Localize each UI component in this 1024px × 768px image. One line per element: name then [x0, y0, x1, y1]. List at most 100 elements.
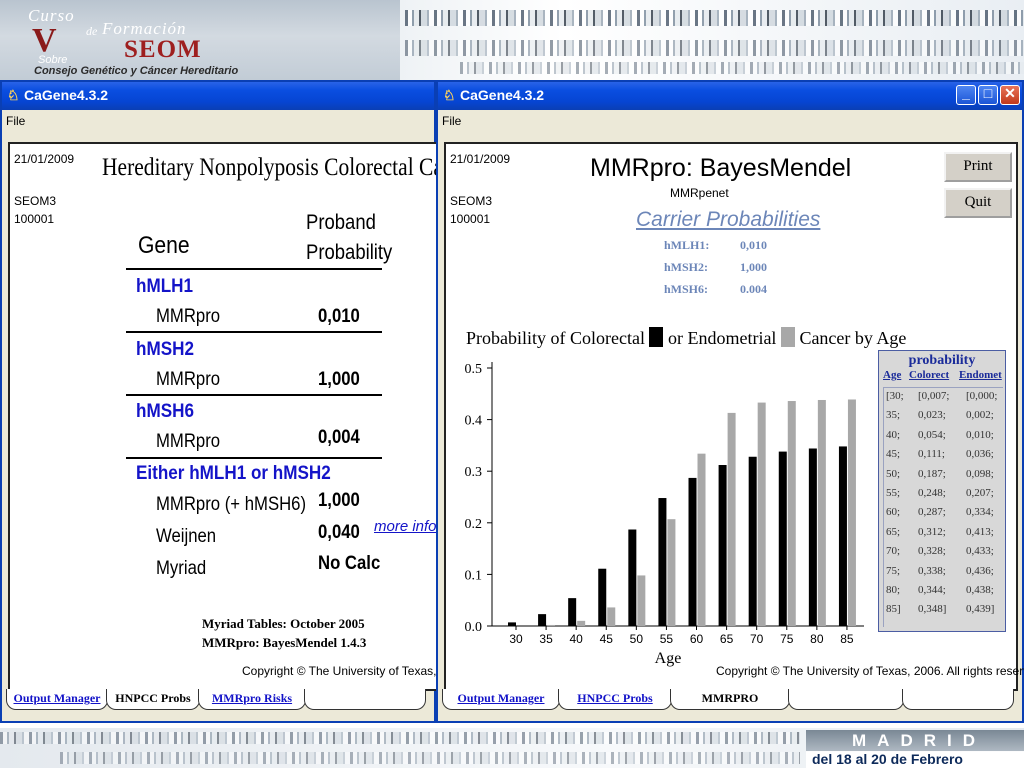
model-name: MMRpro [156, 369, 221, 390]
family-id: SEOM3 [14, 194, 57, 208]
table-cell-colorect: 0,248; [918, 487, 946, 499]
y-tick-label: 0.2 [465, 517, 483, 532]
probability-value: No Calc [318, 553, 381, 574]
copyright-notice: Copyright © The University of Texas, 200… [716, 664, 1024, 678]
table-header: probability [908, 353, 976, 368]
bar-colorectal-35 [538, 614, 547, 626]
page-title: Hereditary Nonpolyposis Colorectal Cance… [102, 154, 480, 181]
note-mmrpro-version: MMRpro: BayesMendel 1.4.3 [202, 635, 367, 650]
table-cell-age: 60; [886, 506, 901, 519]
window-title: CaGene4.3.2 [24, 87, 109, 103]
logo-subtitle: Consejo Genético y Cáncer Hereditario [34, 65, 239, 77]
table-cell-age: 70; [886, 545, 901, 558]
model-name: Myriad [156, 558, 207, 579]
probability-value: 1,000 [318, 490, 360, 511]
menubar: File [2, 110, 434, 132]
table-row: 35; 0,023; 0,002; [884, 409, 1003, 429]
bar-colorectal-80 [808, 448, 817, 626]
footer-city: MADRID [852, 731, 986, 750]
table-cell-endomet: 0,010; [966, 428, 994, 441]
tab-empty[interactable] [304, 689, 426, 710]
table-cell-endomet: 0,433; [966, 545, 994, 558]
cagene-window-hnpcc: ♘ CaGene4.3.2 File 21/01/2009 SEOM3 1000… [0, 80, 486, 723]
row-divider [126, 331, 382, 333]
bar-endometrial-60 [697, 453, 706, 626]
tab-hnpcc-probs[interactable]: HNPCC Probs [558, 689, 672, 710]
bar-colorectal-75 [778, 451, 787, 626]
footer-stripes [0, 732, 800, 744]
bar-endometrial-65 [727, 412, 736, 626]
table-row: 75; 0,338; 0,436; [884, 565, 1003, 585]
tab-mmrpro[interactable]: MMRPRO [670, 689, 790, 710]
menu-file[interactable]: File [6, 114, 25, 128]
y-tick-label: 0.4 [465, 414, 483, 429]
window-titlebar[interactable]: ♘ CaGene4.3.2 [2, 82, 434, 110]
chart-title-part-1: Probability of Colorectal [466, 328, 645, 348]
table-cell-colorect: 0,328; [918, 545, 946, 558]
mmrpro-results-panel: 21/01/2009 SEOM3 100001 MMRpro: BayesMen… [444, 142, 1024, 691]
tab-mmrpro-risks[interactable]: MMRpro Risks [198, 689, 306, 710]
print-button[interactable]: Print [944, 152, 1012, 182]
gene-either-hmlh1-hmsh2: Either hMLH1 or hMSH2 [136, 463, 331, 484]
header-probability: Probability [306, 241, 393, 264]
x-tick-label: 80 [810, 632, 824, 646]
chart-title-part-3: Cancer by Age [799, 328, 907, 348]
minimize-button[interactable]: _ [956, 85, 976, 105]
table-cell-age: [30; [886, 390, 904, 402]
hnpcc-probabilities-panel: 21/01/2009 SEOM3 100001 Hereditary Nonpo… [8, 142, 486, 691]
banner-stripes [405, 10, 1024, 26]
table-cell-endomet: [0,000; [966, 390, 998, 402]
table-cell-age: 75; [886, 564, 901, 577]
slide-banner: Curso V de Formación SEOM Sobre Consejo … [0, 0, 1024, 80]
table-cell-endomet: 0,036; [966, 448, 994, 461]
table-row: 85] 0,348] 0,439] [884, 603, 1003, 623]
bar-colorectal-70 [748, 456, 757, 626]
y-tick-label: 0.1 [465, 568, 483, 583]
bar-endometrial-70 [757, 402, 766, 626]
table-cell-endomet: 0,207; [966, 487, 994, 499]
y-tick-label: 0.3 [465, 465, 483, 480]
table-cell-age: 40; [886, 428, 901, 441]
quit-button[interactable]: Quit [944, 188, 1012, 218]
bar-colorectal-50 [628, 529, 637, 626]
tab-output-manager[interactable]: Output Manager [442, 689, 560, 710]
bar-endometrial-85 [847, 399, 856, 626]
table-cell-colorect: 0,054; [918, 428, 946, 441]
tab-empty[interactable] [902, 689, 1014, 710]
gene-hmlh1: hMLH1 [136, 276, 193, 297]
table-row: 45; 0,111; 0,036; [884, 448, 1003, 468]
table-cell-colorect: 0,348] [918, 603, 947, 616]
table-row: 70; 0,328; 0,433; [884, 545, 1003, 565]
course-logo: Curso V de Formación SEOM Sobre Consejo … [28, 4, 308, 77]
footer-dates: del 18 al 20 de Febrero [812, 751, 963, 767]
carrier-gene: hMSH2: [664, 260, 709, 274]
carrier-value: 1,000 [740, 260, 767, 274]
bar-endometrial-80 [817, 399, 826, 626]
x-tick-label: 45 [600, 632, 614, 646]
bar-endometrial-35 [547, 624, 556, 626]
bar-endometrial-55 [667, 519, 676, 626]
x-tick-label: 75 [780, 632, 794, 646]
maximize-button[interactable]: □ [978, 85, 998, 105]
header-divider [126, 268, 382, 270]
bar-colorectal-85 [838, 446, 847, 626]
more-info-link[interactable]: more info [374, 518, 437, 535]
y-tick-label: 0.0 [465, 620, 483, 635]
tab-hnpcc-probs[interactable]: HNPCC Probs [106, 689, 200, 710]
bar-endometrial-75 [787, 401, 796, 626]
close-button[interactable]: ✕ [1000, 85, 1020, 105]
page-title: MMRpro: BayesMendel [590, 154, 852, 182]
carrier-probabilities-title: Carrier Probabilities [636, 208, 821, 231]
tab-output-manager[interactable]: Output Manager [6, 689, 108, 710]
tab-empty[interactable] [788, 689, 904, 710]
family-id: SEOM3 [450, 194, 493, 208]
table-cell-endomet: 0,002; [966, 409, 994, 422]
column-age: Age [883, 369, 902, 381]
window-titlebar[interactable]: ♘ CaGene4.3.2 _ □ ✕ [438, 82, 1022, 110]
column-colorectal: Colorect [909, 369, 950, 381]
probability-table: probability Age Colorect Endomet [30; [0,… [878, 350, 1006, 632]
menu-file[interactable]: File [442, 114, 461, 128]
legend-swatch-endometrial [780, 327, 795, 347]
bar-colorectal-60 [688, 477, 697, 626]
probability-value: 0,004 [318, 427, 360, 448]
